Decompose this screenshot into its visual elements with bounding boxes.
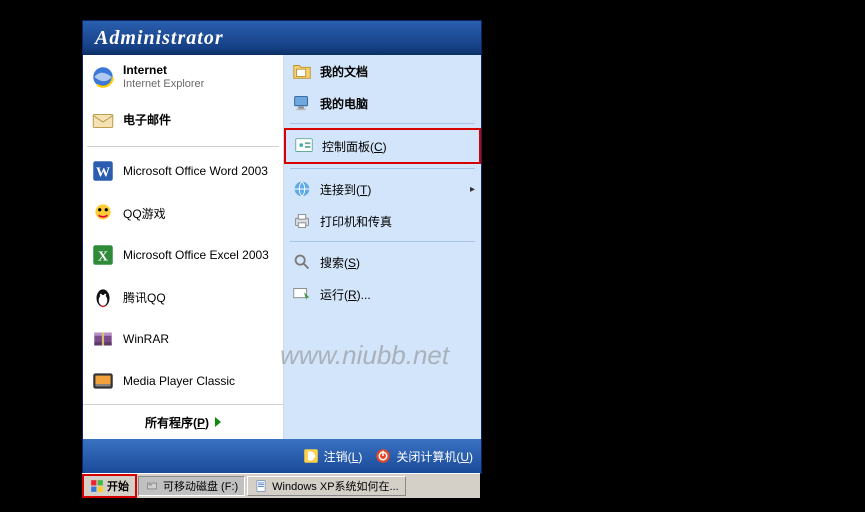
doc-icon	[254, 479, 268, 493]
email-icon	[89, 107, 117, 135]
pinned-item-winrar[interactable]: WinRAR	[83, 318, 283, 360]
mpc-icon	[89, 367, 117, 395]
right-item-label: 连接到(T)	[320, 181, 371, 198]
pinned-list: W Microsoft Office Word 2003 QQ游戏 X Microsof…	[83, 150, 283, 402]
shutdown-label: 关闭计算机(U)	[396, 448, 473, 465]
word-icon: W	[89, 157, 117, 185]
right-item-label: 控制面板(C)	[322, 138, 387, 155]
taskbar-button-doc[interactable]: Windows XP系统如何在...	[247, 476, 406, 496]
pinned-item-excel[interactable]: X Microsoft Office Excel 2003	[83, 234, 283, 276]
start-menu-right-pane: 我的文档我的电脑控制面板(C) 连接到(T) ▸ 打印机和传真搜索(S) 运行(R)..…	[284, 55, 481, 439]
right-item-label: 我的电脑	[320, 95, 368, 112]
pinned-item-label: Media Player Classic	[123, 374, 235, 388]
qqgame-icon	[89, 199, 117, 227]
separator	[290, 123, 475, 124]
pinned-item-qqgame[interactable]: QQ游戏	[83, 192, 283, 234]
logoff-icon	[302, 447, 320, 465]
qq-icon	[89, 283, 117, 311]
pinned-item-mpc[interactable]: Media Player Classic	[83, 360, 283, 402]
email-title: 电子邮件	[123, 114, 171, 127]
separator	[290, 168, 475, 169]
username: Administrator	[95, 27, 224, 50]
run-icon	[290, 282, 314, 306]
taskbar: 开始 可移动磁盘 (F:) Windows XP系统如何在...	[82, 473, 480, 498]
chevron-right-icon: ▸	[470, 184, 475, 195]
right-item-control[interactable]: 控制面板(C)	[284, 128, 481, 164]
pinned-item-label: Microsoft Office Word 2003	[123, 164, 268, 178]
pinned-item-qq[interactable]: 腾讯QQ	[83, 276, 283, 318]
right-item-printers[interactable]: 打印机和传真	[284, 205, 481, 237]
start-menu-header: Administrator	[83, 21, 481, 55]
right-item-mycomp[interactable]: 我的电脑	[284, 87, 481, 119]
taskbar-button-label: Windows XP系统如何在...	[272, 478, 399, 494]
control-icon	[292, 134, 316, 158]
chevron-right-icon	[215, 417, 221, 427]
right-item-run[interactable]: 运行(R)...	[284, 278, 481, 310]
printers-icon	[290, 209, 314, 233]
windows-logo-icon	[90, 479, 104, 493]
excel-icon: X	[89, 241, 117, 269]
right-item-label: 运行(R)...	[320, 286, 371, 303]
mydocs-icon	[290, 59, 314, 83]
winrar-icon	[89, 325, 117, 353]
all-programs-label: 所有程序(P)	[145, 414, 209, 431]
start-button[interactable]: 开始	[82, 474, 137, 498]
email-item[interactable]: 电子邮件	[83, 99, 283, 143]
pinned-item-label: WinRAR	[123, 332, 169, 346]
start-menu-body: Internet Internet Explorer 电子邮件 W Microso…	[83, 55, 481, 439]
search-icon	[290, 250, 314, 274]
logoff-label: 注销(L)	[324, 448, 363, 465]
start-menu-left-pane: Internet Internet Explorer 电子邮件 W Microso…	[83, 55, 284, 439]
right-item-label: 打印机和传真	[320, 213, 392, 230]
separator	[87, 146, 279, 147]
shutdown-button[interactable]: 关闭计算机(U)	[374, 447, 473, 465]
start-label: 开始	[107, 478, 129, 494]
separator	[290, 241, 475, 242]
svg-text:X: X	[98, 248, 108, 264]
pinned-item-word[interactable]: W Microsoft Office Word 2003	[83, 150, 283, 192]
right-item-connect[interactable]: 连接到(T) ▸	[284, 173, 481, 205]
taskbar-button-removable[interactable]: 可移动磁盘 (F:)	[138, 476, 245, 496]
internet-subtitle: Internet Explorer	[123, 78, 204, 90]
start-menu-footer: 注销(L) 关闭计算机(U)	[83, 439, 481, 473]
right-item-label: 我的文档	[320, 63, 368, 80]
right-item-label: 搜索(S)	[320, 254, 360, 271]
removable-icon	[145, 479, 159, 493]
pinned-item-label: 腾讯QQ	[123, 289, 166, 306]
ie-icon	[89, 63, 117, 91]
right-item-search[interactable]: 搜索(S)	[284, 246, 481, 278]
internet-item[interactable]: Internet Internet Explorer	[83, 55, 283, 99]
all-programs[interactable]: 所有程序(P)	[83, 404, 283, 439]
right-item-mydocs[interactable]: 我的文档	[284, 55, 481, 87]
connect-icon	[290, 177, 314, 201]
pinned-item-label: Microsoft Office Excel 2003	[123, 248, 269, 262]
svg-text:W: W	[96, 164, 110, 180]
mycomp-icon	[290, 91, 314, 115]
taskbar-button-label: 可移动磁盘 (F:)	[163, 478, 238, 494]
pinned-item-label: QQ游戏	[123, 205, 166, 222]
logoff-button[interactable]: 注销(L)	[302, 447, 363, 465]
start-menu: Administrator Internet Internet Explorer…	[82, 20, 482, 474]
shutdown-icon	[374, 447, 392, 465]
internet-title: Internet	[123, 64, 204, 77]
